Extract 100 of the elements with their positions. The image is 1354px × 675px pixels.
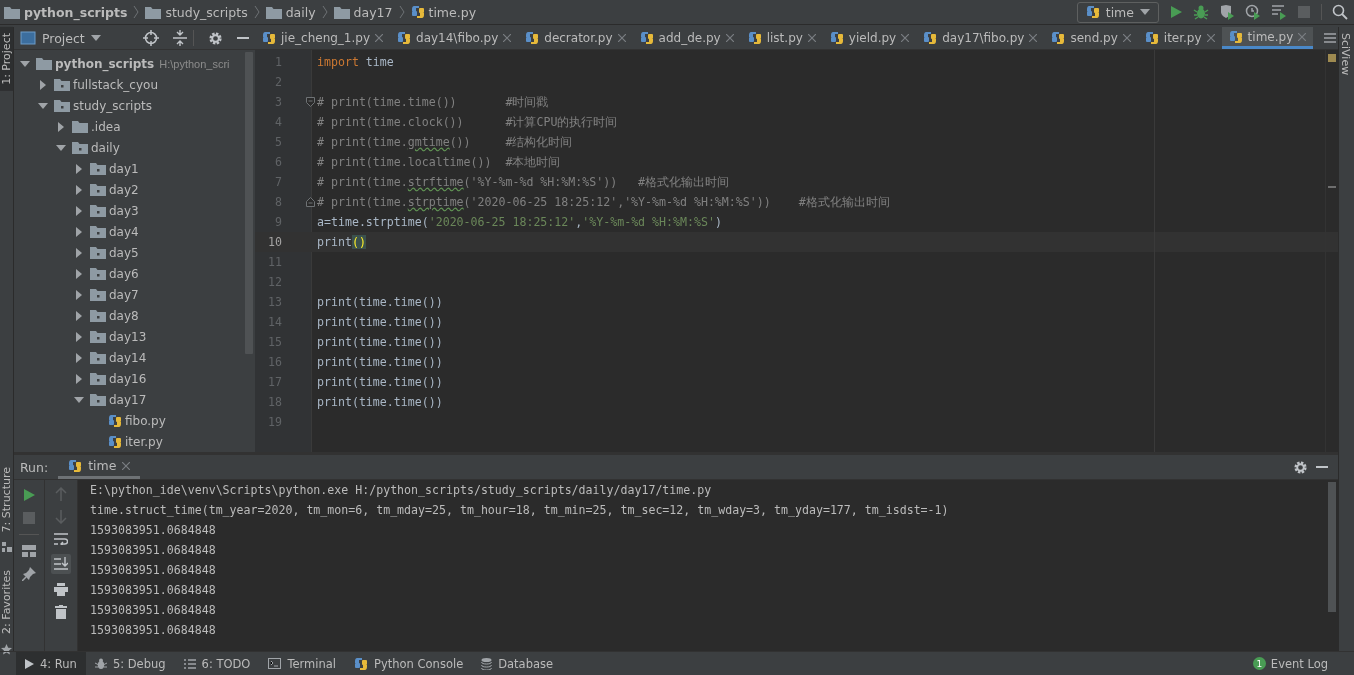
caret-icon[interactable] [74,331,84,342]
scrollbar[interactable] [1328,482,1336,612]
editor-tab[interactable]: send.py [1044,27,1138,49]
tool-window-button[interactable]: Terminal [259,652,346,675]
breadcrumb-item[interactable]: time.py [428,4,477,20]
pin-icon[interactable] [22,567,36,581]
caret-icon[interactable] [56,142,66,153]
caret-icon[interactable] [74,352,84,363]
run-icon[interactable] [1169,5,1183,19]
breadcrumb-item[interactable]: study_scripts [165,4,248,20]
editor-tab[interactable]: jie_cheng_1.py [255,27,391,49]
breadcrumb-item[interactable]: daily [285,4,316,20]
close-icon[interactable] [725,34,734,42]
list-run-icon[interactable] [1271,4,1287,20]
caret-icon[interactable] [74,373,84,384]
tab-list-icon[interactable] [1324,32,1336,44]
tree-item-label[interactable]: day4 [109,224,139,239]
close-icon[interactable] [1206,34,1215,42]
chevron-icon [133,5,140,19]
editor-tab[interactable]: day17\fibo.py [916,27,1045,49]
tree-item-label[interactable]: study_scripts [73,98,152,113]
scroll-to-end-button[interactable] [51,554,71,574]
soft-wrap-icon[interactable] [54,533,68,545]
tool-window-button[interactable]: Python Console [345,652,473,675]
collapse-icon[interactable] [173,30,187,46]
editor-tab[interactable]: day14\fibo.py [390,27,519,49]
breadcrumb-item[interactable]: python_scripts [24,4,128,20]
tree-item-label[interactable]: day1 [109,161,139,176]
crosshair-icon[interactable] [143,30,159,46]
caret-icon[interactable] [38,79,48,90]
breadcrumb-item[interactable]: day17 [353,4,393,20]
caret-icon[interactable] [20,58,30,69]
tool-window-button[interactable]: 6: TODO [174,652,260,675]
tree-item-label[interactable]: day13 [109,329,147,344]
tree-item-label[interactable]: day8 [109,308,139,323]
tree-item-label[interactable]: python_scripts [55,56,155,71]
caret-icon[interactable] [38,100,48,111]
tree-item-label[interactable]: day6 [109,266,139,281]
print-icon[interactable] [54,583,68,596]
tree-item-label[interactable]: day17 [109,392,147,407]
trash-icon[interactable] [55,605,67,619]
tree-item-label[interactable]: daily [91,140,120,155]
caret-icon[interactable] [74,205,84,216]
tool-window-tab[interactable]: 2: Favorites [0,564,13,641]
editor-tab[interactable]: time.py [1221,27,1314,49]
caret-icon[interactable] [74,163,84,174]
tree-item-label[interactable]: day16 [109,371,147,386]
editor-tab[interactable]: yield.py [822,27,917,49]
tree-item-label[interactable]: fullstack_cyou [73,77,158,92]
run-icon[interactable] [22,488,36,502]
close-icon[interactable] [122,461,131,470]
close-icon[interactable] [617,34,626,42]
editor-tab[interactable]: list.py [740,27,823,49]
close-icon[interactable] [1029,34,1038,42]
tool-window-button[interactable]: 4: Run [16,652,86,675]
close-icon[interactable] [807,34,816,42]
tree-item-label[interactable]: day2 [109,182,139,197]
caret-icon[interactable] [74,226,84,237]
caret-icon[interactable] [74,289,84,300]
close-icon[interactable] [375,34,384,42]
settings-icon[interactable] [1293,459,1308,475]
tree-item-label[interactable]: .idea [91,119,121,134]
caret-icon[interactable] [74,247,84,258]
tool-window-tab[interactable]: SciView [1339,27,1352,82]
fold-icon[interactable] [306,97,315,107]
close-icon[interactable] [1122,34,1131,42]
tool-window-tab[interactable]: 7: Structure [0,461,13,539]
chevron-icon [253,5,260,19]
tree-item-label[interactable]: fibo.py [125,413,166,428]
caret-icon[interactable] [74,310,84,321]
search-icon[interactable] [1332,4,1348,20]
close-icon[interactable] [503,34,512,42]
editor-tab[interactable]: add_de.py [632,27,741,49]
editor-tab[interactable]: iter.py [1137,27,1222,49]
tree-item-label[interactable]: day7 [109,287,139,302]
python-file-icon [747,31,762,45]
tool-window-tab[interactable]: 1: Project [0,27,13,91]
tree-item-label[interactable]: day14 [109,350,147,365]
tree-item-label[interactable]: day5 [109,245,139,260]
tree-item-label[interactable]: day3 [109,203,139,218]
inspection-marker[interactable] [1328,54,1336,62]
project-view-dropdown[interactable]: Project [42,30,85,46]
bug-icon[interactable] [1193,4,1209,20]
folder-icon [54,78,70,91]
caret-icon[interactable] [74,184,84,195]
caret-icon[interactable] [74,394,84,405]
fold-icon[interactable] [306,197,315,207]
settings-icon[interactable] [208,30,223,46]
tree-item-label[interactable]: iter.py [125,434,163,449]
clock-run-icon[interactable] [1245,4,1261,20]
tool-window-button[interactable]: Database [472,652,563,675]
caret-icon[interactable] [56,121,66,132]
layout-icon[interactable] [22,545,36,557]
caret-icon[interactable] [74,268,84,279]
run-config-dropdown[interactable]: time [1076,1,1159,23]
event-log-button[interactable]: 1 Event Log [1244,652,1354,675]
tool-window-button[interactable]: 5: Debug [85,652,175,675]
editor-tab[interactable]: decrator.py [518,27,633,49]
shield-run-icon[interactable] [1219,4,1235,20]
close-icon[interactable] [901,34,910,42]
